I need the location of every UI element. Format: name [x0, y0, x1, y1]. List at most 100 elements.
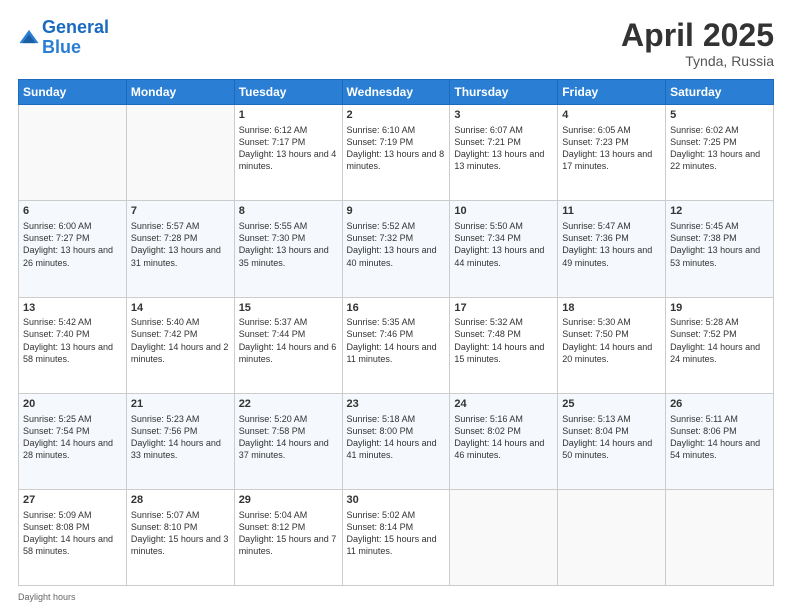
day-number: 11: [562, 204, 661, 219]
table-row: 23Sunrise: 5:18 AM Sunset: 8:00 PM Dayli…: [342, 393, 450, 489]
month-year-title: April 2025: [621, 18, 774, 53]
table-row: 12Sunrise: 5:45 AM Sunset: 7:38 PM Dayli…: [666, 201, 774, 297]
col-friday: Friday: [558, 80, 666, 105]
day-number: 3: [454, 108, 553, 123]
table-row: 14Sunrise: 5:40 AM Sunset: 7:42 PM Dayli…: [126, 297, 234, 393]
day-info: Sunrise: 5:52 AM Sunset: 7:32 PM Dayligh…: [347, 220, 446, 269]
table-row: [558, 489, 666, 585]
day-info: Sunrise: 5:50 AM Sunset: 7:34 PM Dayligh…: [454, 220, 553, 269]
day-number: 14: [131, 301, 230, 316]
day-info: Sunrise: 5:16 AM Sunset: 8:02 PM Dayligh…: [454, 413, 553, 462]
table-row: 2Sunrise: 6:10 AM Sunset: 7:19 PM Daylig…: [342, 105, 450, 201]
table-row: 19Sunrise: 5:28 AM Sunset: 7:52 PM Dayli…: [666, 297, 774, 393]
table-row: 25Sunrise: 5:13 AM Sunset: 8:04 PM Dayli…: [558, 393, 666, 489]
day-info: Sunrise: 5:23 AM Sunset: 7:56 PM Dayligh…: [131, 413, 230, 462]
table-row: 1Sunrise: 6:12 AM Sunset: 7:17 PM Daylig…: [234, 105, 342, 201]
table-row: 16Sunrise: 5:35 AM Sunset: 7:46 PM Dayli…: [342, 297, 450, 393]
day-info: Sunrise: 5:37 AM Sunset: 7:44 PM Dayligh…: [239, 316, 338, 365]
table-row: 15Sunrise: 5:37 AM Sunset: 7:44 PM Dayli…: [234, 297, 342, 393]
calendar-week-4: 20Sunrise: 5:25 AM Sunset: 7:54 PM Dayli…: [19, 393, 774, 489]
logo-general: General: [42, 17, 109, 37]
day-number: 12: [670, 204, 769, 219]
table-row: 18Sunrise: 5:30 AM Sunset: 7:50 PM Dayli…: [558, 297, 666, 393]
page: General Blue April 2025 Tynda, Russia Su…: [0, 0, 792, 612]
col-sunday: Sunday: [19, 80, 127, 105]
day-info: Sunrise: 5:45 AM Sunset: 7:38 PM Dayligh…: [670, 220, 769, 269]
day-info: Sunrise: 5:55 AM Sunset: 7:30 PM Dayligh…: [239, 220, 338, 269]
table-row: 13Sunrise: 5:42 AM Sunset: 7:40 PM Dayli…: [19, 297, 127, 393]
logo-icon: [18, 27, 40, 49]
day-info: Sunrise: 5:28 AM Sunset: 7:52 PM Dayligh…: [670, 316, 769, 365]
footer-text: Daylight hours: [18, 592, 774, 602]
day-number: 20: [23, 397, 122, 412]
day-info: Sunrise: 6:05 AM Sunset: 7:23 PM Dayligh…: [562, 124, 661, 173]
day-number: 29: [239, 493, 338, 508]
day-info: Sunrise: 5:18 AM Sunset: 8:00 PM Dayligh…: [347, 413, 446, 462]
table-row: 21Sunrise: 5:23 AM Sunset: 7:56 PM Dayli…: [126, 393, 234, 489]
day-info: Sunrise: 5:07 AM Sunset: 8:10 PM Dayligh…: [131, 509, 230, 558]
col-tuesday: Tuesday: [234, 80, 342, 105]
day-number: 16: [347, 301, 446, 316]
calendar-header-row: Sunday Monday Tuesday Wednesday Thursday…: [19, 80, 774, 105]
table-row: [126, 105, 234, 201]
calendar-week-1: 1Sunrise: 6:12 AM Sunset: 7:17 PM Daylig…: [19, 105, 774, 201]
day-info: Sunrise: 6:00 AM Sunset: 7:27 PM Dayligh…: [23, 220, 122, 269]
table-row: 11Sunrise: 5:47 AM Sunset: 7:36 PM Dayli…: [558, 201, 666, 297]
logo: General Blue: [18, 18, 109, 58]
table-row: 8Sunrise: 5:55 AM Sunset: 7:30 PM Daylig…: [234, 201, 342, 297]
col-wednesday: Wednesday: [342, 80, 450, 105]
table-row: [19, 105, 127, 201]
day-info: Sunrise: 5:09 AM Sunset: 8:08 PM Dayligh…: [23, 509, 122, 558]
table-row: 5Sunrise: 6:02 AM Sunset: 7:25 PM Daylig…: [666, 105, 774, 201]
table-row: 20Sunrise: 5:25 AM Sunset: 7:54 PM Dayli…: [19, 393, 127, 489]
table-row: 9Sunrise: 5:52 AM Sunset: 7:32 PM Daylig…: [342, 201, 450, 297]
day-number: 21: [131, 397, 230, 412]
header: General Blue April 2025 Tynda, Russia: [18, 18, 774, 69]
table-row: 4Sunrise: 6:05 AM Sunset: 7:23 PM Daylig…: [558, 105, 666, 201]
day-info: Sunrise: 5:13 AM Sunset: 8:04 PM Dayligh…: [562, 413, 661, 462]
day-number: 15: [239, 301, 338, 316]
day-number: 26: [670, 397, 769, 412]
day-number: 27: [23, 493, 122, 508]
day-info: Sunrise: 5:30 AM Sunset: 7:50 PM Dayligh…: [562, 316, 661, 365]
day-number: 9: [347, 204, 446, 219]
day-number: 2: [347, 108, 446, 123]
day-number: 7: [131, 204, 230, 219]
table-row: 27Sunrise: 5:09 AM Sunset: 8:08 PM Dayli…: [19, 489, 127, 585]
calendar-week-5: 27Sunrise: 5:09 AM Sunset: 8:08 PM Dayli…: [19, 489, 774, 585]
day-info: Sunrise: 5:57 AM Sunset: 7:28 PM Dayligh…: [131, 220, 230, 269]
day-number: 6: [23, 204, 122, 219]
table-row: 22Sunrise: 5:20 AM Sunset: 7:58 PM Dayli…: [234, 393, 342, 489]
day-number: 8: [239, 204, 338, 219]
col-thursday: Thursday: [450, 80, 558, 105]
logo-blue: Blue: [42, 37, 81, 57]
day-number: 23: [347, 397, 446, 412]
day-number: 30: [347, 493, 446, 508]
calendar-week-3: 13Sunrise: 5:42 AM Sunset: 7:40 PM Dayli…: [19, 297, 774, 393]
day-info: Sunrise: 5:40 AM Sunset: 7:42 PM Dayligh…: [131, 316, 230, 365]
col-saturday: Saturday: [666, 80, 774, 105]
table-row: [666, 489, 774, 585]
table-row: 10Sunrise: 5:50 AM Sunset: 7:34 PM Dayli…: [450, 201, 558, 297]
day-info: Sunrise: 6:02 AM Sunset: 7:25 PM Dayligh…: [670, 124, 769, 173]
col-monday: Monday: [126, 80, 234, 105]
day-info: Sunrise: 5:11 AM Sunset: 8:06 PM Dayligh…: [670, 413, 769, 462]
logo-text: General Blue: [42, 18, 109, 58]
day-number: 28: [131, 493, 230, 508]
day-number: 13: [23, 301, 122, 316]
day-info: Sunrise: 5:32 AM Sunset: 7:48 PM Dayligh…: [454, 316, 553, 365]
day-info: Sunrise: 5:04 AM Sunset: 8:12 PM Dayligh…: [239, 509, 338, 558]
day-info: Sunrise: 6:10 AM Sunset: 7:19 PM Dayligh…: [347, 124, 446, 173]
day-number: 17: [454, 301, 553, 316]
table-row: 17Sunrise: 5:32 AM Sunset: 7:48 PM Dayli…: [450, 297, 558, 393]
day-number: 18: [562, 301, 661, 316]
table-row: 28Sunrise: 5:07 AM Sunset: 8:10 PM Dayli…: [126, 489, 234, 585]
day-info: Sunrise: 6:12 AM Sunset: 7:17 PM Dayligh…: [239, 124, 338, 173]
title-block: April 2025 Tynda, Russia: [621, 18, 774, 69]
day-number: 25: [562, 397, 661, 412]
day-info: Sunrise: 5:20 AM Sunset: 7:58 PM Dayligh…: [239, 413, 338, 462]
table-row: 6Sunrise: 6:00 AM Sunset: 7:27 PM Daylig…: [19, 201, 127, 297]
day-number: 22: [239, 397, 338, 412]
day-number: 1: [239, 108, 338, 123]
table-row: 3Sunrise: 6:07 AM Sunset: 7:21 PM Daylig…: [450, 105, 558, 201]
